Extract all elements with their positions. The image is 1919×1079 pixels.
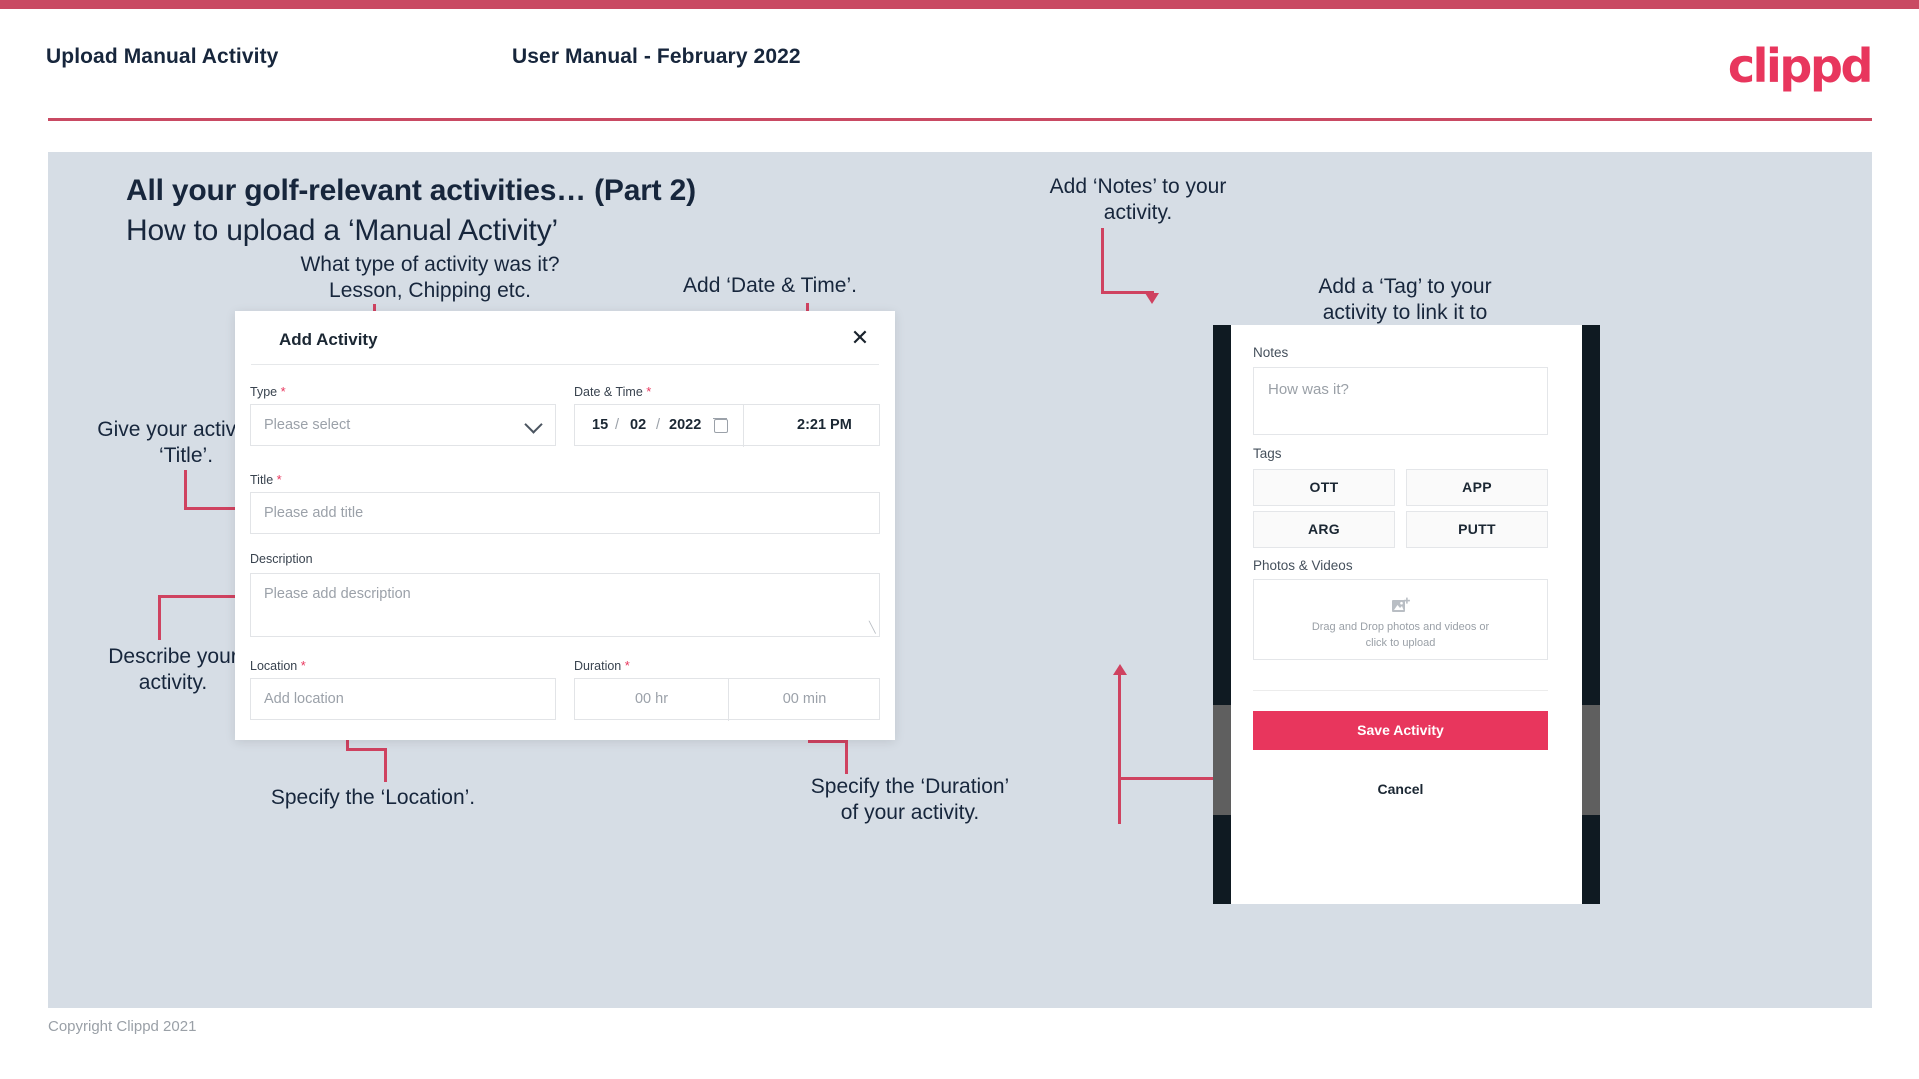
header-divider [48, 118, 1872, 121]
description-placeholder: Please add description [264, 586, 411, 602]
add-activity-dialog: Add Activity ✕ Type * Please select Date… [235, 311, 895, 740]
dialog-title: Add Activity [279, 330, 378, 349]
clippd-logo: clippd [1727, 39, 1874, 93]
dropzone-text-line2: click to upload [1365, 637, 1436, 649]
annotation-arrowhead [1145, 293, 1159, 304]
annotation-date-time: Add ‘Date & Time’. [683, 274, 857, 297]
required-marker: * [276, 472, 282, 487]
footer-copyright: Copyright Clippd 2021 [48, 1018, 197, 1035]
top-accent-bar [0, 0, 1919, 9]
annotation-location: Specify the ‘Location’. [270, 786, 476, 809]
annotation-line [346, 748, 387, 751]
phone-screen: Notes How was it? Tags OTT APP ARG PUTT … [1231, 325, 1582, 904]
resize-handle-icon[interactable]: ╱ [869, 621, 876, 634]
datetime-label: Date & Time * [574, 384, 651, 399]
duration-minutes-placeholder[interactable]: 00 min [728, 691, 881, 707]
title-label-text: Title [250, 473, 274, 487]
title-input[interactable]: Please add title [250, 492, 880, 534]
field-separator [743, 405, 744, 447]
datetime-label-text: Date & Time [574, 385, 643, 399]
slide-subtitle: How to upload a ‘Manual Activity’ [126, 214, 558, 247]
dropzone-text-line1: Drag and Drop photos and videos or [1311, 621, 1490, 633]
annotation-line [845, 742, 848, 774]
annotation-activity-type: What type of activity was it? Lesson, Ch… [300, 253, 560, 302]
datetime-field-group: 15 / 02 / 2022 2:21 PM [574, 404, 880, 447]
photo-dropzone[interactable]: Drag and Drop photos and videos or click… [1253, 579, 1548, 660]
page-title: Upload Manual Activity [46, 45, 279, 68]
phone-bezel-right [1582, 325, 1600, 904]
duration-field-group: 00 hr 00 min [574, 678, 881, 721]
notes-label: Notes [1253, 345, 1289, 360]
annotation-notes: Add ‘Notes’ to your activity. [1049, 175, 1227, 224]
phone-divider [1253, 690, 1548, 691]
description-textarea[interactable]: Please add description ╱ [250, 573, 880, 637]
calendar-icon[interactable] [713, 418, 728, 433]
scrollbar-thumb[interactable] [1213, 705, 1231, 815]
required-marker: * [280, 384, 286, 399]
date-sep-2: / [656, 417, 661, 433]
location-input[interactable]: Add location [250, 678, 556, 720]
annotation-line [808, 740, 848, 743]
location-label: Location * [250, 658, 306, 673]
notes-textarea[interactable]: How was it? [1253, 367, 1548, 435]
annotation-line [1118, 672, 1121, 777]
duration-label: Duration * [574, 658, 630, 673]
date-day[interactable]: 15 [592, 417, 608, 433]
duration-label-text: Duration [574, 659, 622, 673]
chevron-down-icon [524, 415, 543, 434]
type-label-text: Type [250, 385, 278, 399]
location-label-text: Location [250, 659, 298, 673]
type-placeholder: Please select [264, 417, 351, 433]
description-label: Description [250, 552, 313, 566]
phone-bezel-left [1213, 325, 1231, 904]
required-marker: * [624, 658, 630, 673]
required-marker: * [646, 384, 652, 399]
location-placeholder: Add location [264, 691, 344, 707]
annotation-line [1101, 228, 1104, 294]
tags-label: Tags [1253, 446, 1282, 461]
annotation-line [384, 750, 387, 782]
date-sep-1: / [615, 417, 620, 433]
tag-button-putt[interactable]: PUTT [1406, 511, 1548, 548]
page-header: Upload Manual Activity User Manual - Feb… [0, 9, 1919, 122]
required-marker: * [300, 658, 306, 673]
type-label: Type * [250, 384, 286, 399]
save-activity-button[interactable]: Save Activity [1253, 711, 1548, 750]
type-select[interactable]: Please select [250, 404, 556, 446]
tag-button-ott[interactable]: OTT [1253, 469, 1395, 506]
annotation-duration: Specify the ‘Duration’ of your activity. [810, 775, 1010, 824]
tag-button-arg[interactable]: ARG [1253, 511, 1395, 548]
phone-mockup: Notes How was it? Tags OTT APP ARG PUTT … [1213, 325, 1600, 904]
close-icon[interactable]: ✕ [847, 325, 873, 351]
add-image-icon [1391, 597, 1410, 613]
title-placeholder: Please add title [264, 505, 364, 521]
date-year[interactable]: 2022 [669, 417, 701, 433]
date-month[interactable]: 02 [630, 417, 646, 433]
manual-subtitle: User Manual - February 2022 [512, 45, 801, 68]
scrollbar-thumb[interactable] [1582, 705, 1600, 815]
annotation-line [158, 595, 161, 640]
title-label: Title * [250, 472, 282, 487]
tag-button-app[interactable]: APP [1406, 469, 1548, 506]
duration-hours-placeholder[interactable]: 00 hr [575, 691, 728, 707]
notes-placeholder: How was it? [1268, 381, 1349, 398]
annotation-line [184, 470, 187, 510]
dialog-divider [251, 364, 879, 365]
photos-videos-label: Photos & Videos [1253, 558, 1353, 573]
time-value[interactable]: 2:21 PM [797, 417, 852, 433]
slide-title: All your golf-relevant activities… (Part… [126, 174, 696, 207]
cancel-button[interactable]: Cancel [1253, 781, 1548, 797]
